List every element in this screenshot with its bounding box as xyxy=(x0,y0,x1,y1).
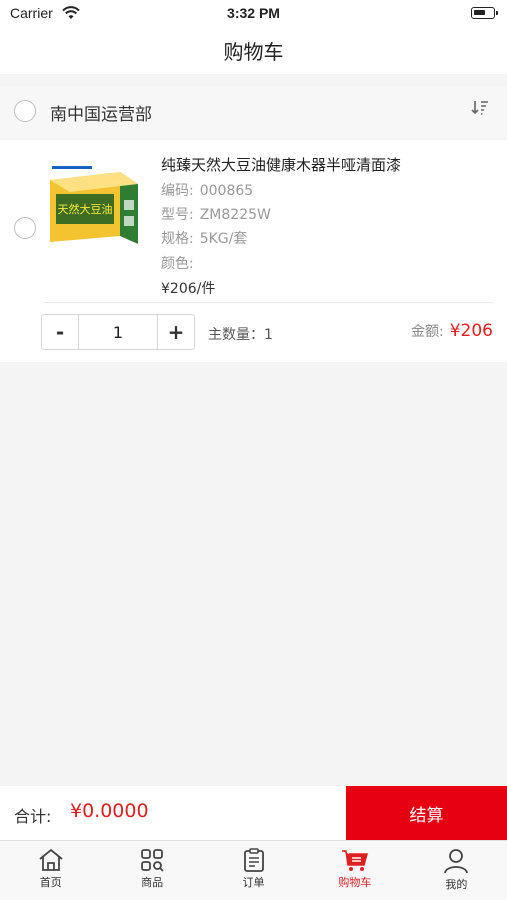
tab-label: 订单 xyxy=(242,876,265,889)
cart-icon xyxy=(341,850,368,871)
product-color: 颜色: xyxy=(161,256,194,272)
product-name[interactable]: 纯臻天然大豆油健康木器半哑清面漆 xyxy=(161,154,401,175)
tab-products[interactable]: 商品 xyxy=(101,841,202,900)
increase-button[interactable]: + xyxy=(158,315,194,349)
tab-home[interactable]: 首页 xyxy=(0,841,101,900)
battery-icon xyxy=(471,7,498,19)
total-bar: 合计: ¥0.0000 结算 xyxy=(0,786,507,840)
product-image-text: 天然大豆油 xyxy=(58,202,113,216)
group-select-radio[interactable] xyxy=(14,100,36,122)
group-header: 南中国运营部 xyxy=(0,86,507,138)
products-icon xyxy=(141,849,164,872)
checkout-button[interactable]: 结算 xyxy=(346,786,507,840)
home-icon xyxy=(39,848,63,871)
main-quantity: 主数量：1 xyxy=(208,327,273,343)
orders-icon xyxy=(243,848,264,872)
product-spec: 规格: 5KG/套 xyxy=(161,231,248,247)
clock: 3:32 PM xyxy=(227,5,280,21)
nav-bar: 购物车 xyxy=(0,28,507,74)
decrease-button[interactable]: - xyxy=(42,315,78,349)
item-amount: 金额: ¥206 xyxy=(411,321,493,341)
tab-label: 我的 xyxy=(445,878,468,891)
product-model: 型号: ZM8225W xyxy=(161,207,271,223)
page-title: 购物车 xyxy=(223,40,284,64)
quantity-stepper: - 1 + xyxy=(41,314,195,350)
tab-profile[interactable]: 我的 xyxy=(406,841,507,900)
profile-icon xyxy=(444,849,469,874)
tab-cart[interactable]: 购物车 xyxy=(304,841,405,900)
divider xyxy=(44,302,493,303)
product-image[interactable]: 天然大豆油 xyxy=(46,160,150,250)
total-label: 合计: xyxy=(14,807,52,826)
tab-label: 首页 xyxy=(39,876,62,889)
tab-orders[interactable]: 订单 xyxy=(203,841,304,900)
group-name: 南中国运营部 xyxy=(50,105,152,125)
unit-price: ¥206/件 xyxy=(161,281,216,297)
cart-item: 天然大豆油 纯臻天然大豆油健康木器半哑清面漆 编码: 000865 型号: ZM82… xyxy=(0,140,507,362)
tab-label: 购物车 xyxy=(338,876,372,889)
item-select-radio[interactable] xyxy=(14,217,36,239)
tab-label: 商品 xyxy=(141,876,164,889)
product-code: 编码: 000865 xyxy=(161,183,254,199)
amount-value: ¥206 xyxy=(449,321,493,341)
tab-bar: 首页 商品 订单 购物车 我的 xyxy=(0,840,507,900)
status-bar: Carrier 3:32 PM xyxy=(0,0,507,28)
total-value: ¥0.0000 xyxy=(70,800,149,822)
amount-label: 金额: xyxy=(411,324,444,340)
quantity-input[interactable]: 1 xyxy=(78,315,158,349)
sort-icon[interactable] xyxy=(471,100,489,120)
